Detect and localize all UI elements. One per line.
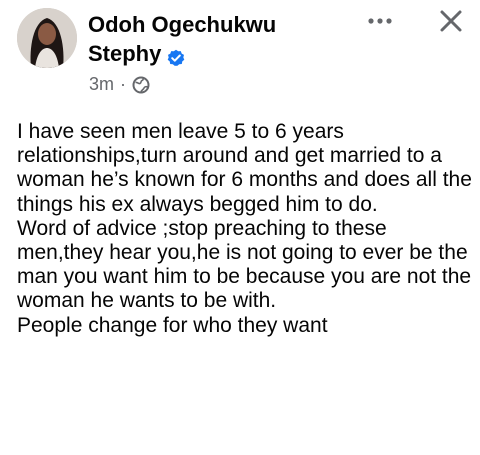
globe-icon[interactable] xyxy=(132,76,150,94)
close-icon[interactable] xyxy=(438,8,464,34)
author-name[interactable]: Odoh Ogechukwu Stephy xyxy=(88,10,328,68)
avatar-photo xyxy=(17,8,77,68)
post-meta: 3m · xyxy=(89,74,150,95)
avatar[interactable] xyxy=(17,8,77,68)
post-paragraph: Word of advice ;stop preaching to these … xyxy=(17,216,472,313)
author-name-line1[interactable]: Odoh Ogechukwu xyxy=(88,10,328,39)
post-paragraph: I have seen men leave 5 to 6 years relat… xyxy=(17,120,472,216)
post-body: I have seen men leave 5 to 6 years relat… xyxy=(17,120,477,338)
timestamp[interactable]: 3m xyxy=(89,74,114,95)
meta-separator: · xyxy=(120,74,127,94)
verified-badge-icon xyxy=(167,45,185,66)
post-paragraph: People change for who they want xyxy=(17,313,328,337)
post-card: Odoh Ogechukwu Stephy 3m · I have seen m… xyxy=(0,0,480,455)
author-name-line2[interactable]: Stephy xyxy=(88,39,161,68)
author-name-line2-wrap: Stephy xyxy=(88,39,328,68)
more-options-icon[interactable] xyxy=(367,14,393,28)
